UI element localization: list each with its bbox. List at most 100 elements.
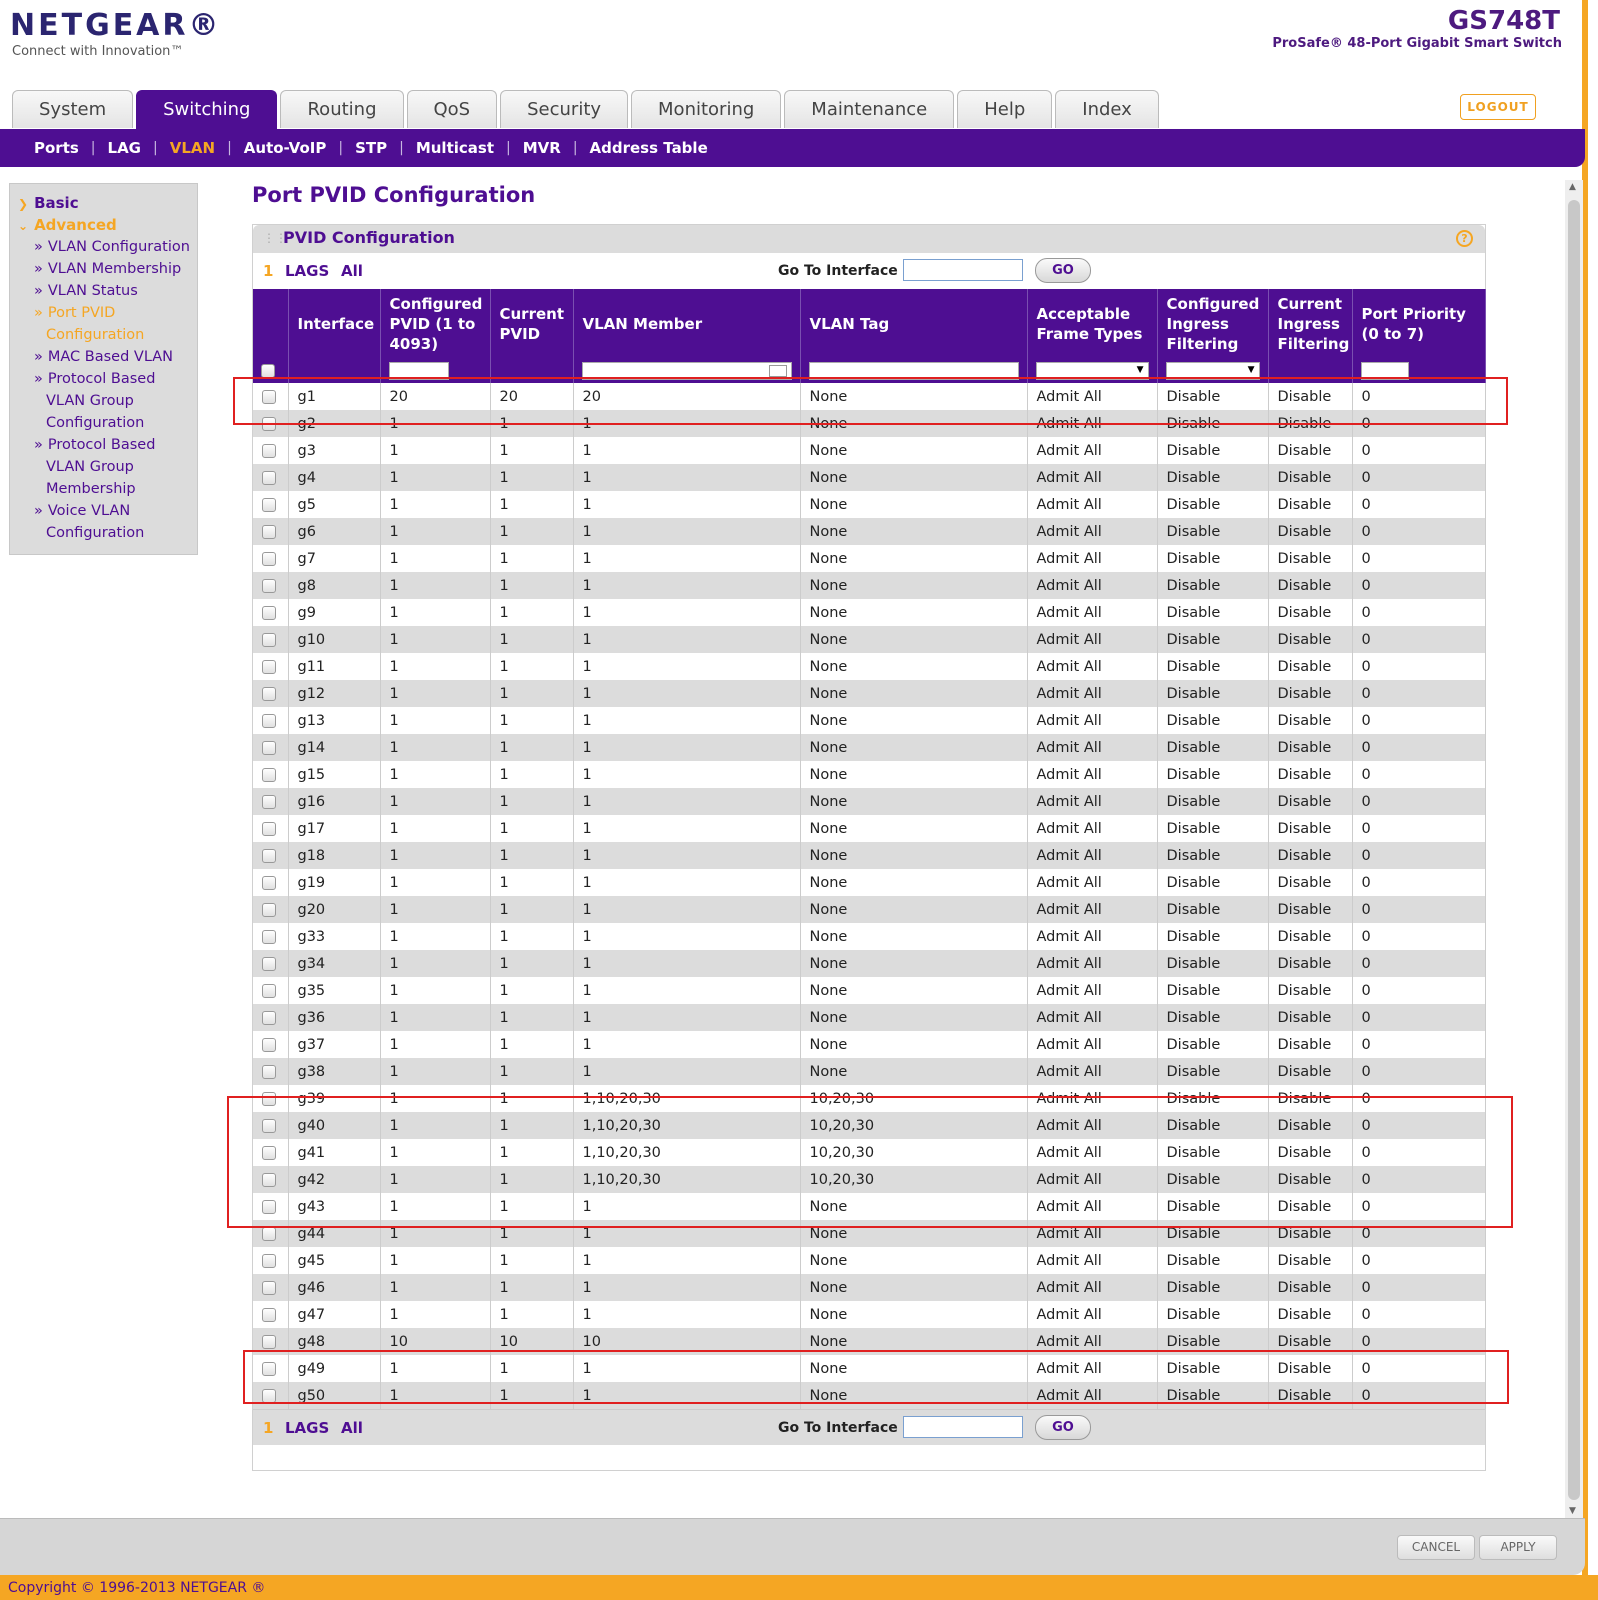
table-row[interactable]: g7 1 1 1 None Admit All Disable Disable 0 — [253, 545, 1486, 572]
table-row[interactable]: g19 1 1 1 None Admit All Disable Disable 0 — [253, 869, 1486, 896]
scroll-down-icon[interactable]: ▼ — [1569, 1506, 1576, 1516]
sidebar-item-vlan-membership[interactable]: » VLAN Membership — [10, 258, 197, 280]
sidebar-item-vlan-status[interactable]: » VLAN Status — [10, 280, 197, 302]
all-link[interactable]: All — [341, 262, 363, 280]
vlan-member-input[interactable] — [581, 361, 792, 380]
configured-pvid-input[interactable] — [388, 361, 449, 380]
row-checkbox[interactable] — [262, 1226, 276, 1241]
row-checkbox[interactable] — [262, 740, 276, 755]
row-checkbox[interactable] — [262, 1253, 276, 1268]
sidebar-item-protocol-based[interactable]: » Protocol Based VLAN Group Membership — [10, 434, 197, 500]
row-checkbox[interactable] — [262, 794, 276, 809]
row-checkbox[interactable] — [262, 389, 276, 404]
go-button[interactable]: GO — [1035, 1415, 1091, 1440]
table-row[interactable]: g34 1 1 1 None Admit All Disable Disable 0 — [253, 950, 1486, 977]
scroll-up-icon[interactable]: ▲ — [1569, 182, 1576, 192]
row-checkbox[interactable] — [262, 1118, 276, 1133]
row-checkbox[interactable] — [262, 659, 276, 674]
vlan-picker-icon[interactable] — [768, 364, 787, 377]
table-row[interactable]: g36 1 1 1 None Admit All Disable Disable 0 — [253, 1004, 1486, 1031]
table-row[interactable]: g1 20 20 20 None Admit All Disable Disable 0 — [253, 383, 1486, 410]
table-row[interactable]: g40 1 1 1,10,20,30 10,20,30 Admit All Disable D… — [253, 1112, 1486, 1139]
row-checkbox[interactable] — [262, 1172, 276, 1187]
row-checkbox[interactable] — [262, 416, 276, 431]
ingress-filtering-select[interactable]: ▼ — [1165, 361, 1260, 380]
row-checkbox[interactable] — [262, 497, 276, 512]
frame-types-select[interactable]: ▼ — [1035, 361, 1149, 380]
table-row[interactable]: g46 1 1 1 None Admit All Disable Disable 0 — [253, 1274, 1486, 1301]
table-row[interactable]: g13 1 1 1 None Admit All Disable Disable 0 — [253, 707, 1486, 734]
subnav-stp[interactable]: STP — [343, 139, 399, 157]
table-row[interactable]: g11 1 1 1 None Admit All Disable Disable 0 — [253, 653, 1486, 680]
table-row[interactable]: g41 1 1 1,10,20,30 10,20,30 Admit All Disable D… — [253, 1139, 1486, 1166]
table-row[interactable]: g33 1 1 1 None Admit All Disable Disable 0 — [253, 923, 1486, 950]
table-row[interactable]: g43 1 1 1 None Admit All Disable Disable 0 — [253, 1193, 1486, 1220]
row-checkbox[interactable] — [262, 686, 276, 701]
tab-system[interactable]: System — [12, 90, 134, 128]
table-row[interactable]: g5 1 1 1 None Admit All Disable Disable 0 — [253, 491, 1486, 518]
table-row[interactable]: g3 1 1 1 None Admit All Disable Disable 0 — [253, 437, 1486, 464]
table-row[interactable]: g16 1 1 1 None Admit All Disable Disable 0 — [253, 788, 1486, 815]
cancel-button[interactable]: CANCEL — [1397, 1535, 1475, 1560]
subnav-auto-voip[interactable]: Auto-VoIP — [232, 139, 339, 157]
row-checkbox[interactable] — [262, 1334, 276, 1349]
row-checkbox[interactable] — [262, 443, 276, 458]
help-icon[interactable]: ? — [1456, 230, 1473, 247]
subnav-vlan[interactable]: VLAN — [158, 139, 227, 157]
row-checkbox[interactable] — [262, 1388, 276, 1403]
table-row[interactable]: g14 1 1 1 None Admit All Disable Disable 0 — [253, 734, 1486, 761]
tab-monitoring[interactable]: Monitoring — [631, 90, 782, 128]
vertical-scrollbar[interactable]: ▲ ▼ — [1565, 180, 1583, 1518]
row-checkbox[interactable] — [262, 929, 276, 944]
table-row[interactable]: g47 1 1 1 None Admit All Disable Disable 0 — [253, 1301, 1486, 1328]
scrollbar-thumb[interactable] — [1568, 200, 1580, 1500]
sidebar-item-protocol-based[interactable]: » Protocol Based VLAN Group Configuration — [10, 368, 197, 434]
sidebar-item-mac-based-vlan[interactable]: » MAC Based VLAN — [10, 346, 197, 368]
sidebar-advanced[interactable]: ⌄ Advanced — [10, 214, 197, 236]
goto-interface-input[interactable] — [903, 1416, 1023, 1438]
row-checkbox[interactable] — [262, 551, 276, 566]
table-row[interactable]: g37 1 1 1 None Admit All Disable Disable 0 — [253, 1031, 1486, 1058]
all-link[interactable]: All — [341, 1419, 363, 1437]
sidebar-item-port-pvid[interactable]: » Port PVID Configuration — [10, 302, 197, 346]
tab-qos[interactable]: QoS — [406, 90, 498, 128]
row-checkbox[interactable] — [262, 1037, 276, 1052]
subnav-address-table[interactable]: Address Table — [578, 139, 720, 157]
table-row[interactable]: g49 1 1 1 None Admit All Disable Disable 0 — [253, 1355, 1486, 1382]
select-all-checkbox[interactable] — [261, 363, 275, 378]
table-row[interactable]: g4 1 1 1 None Admit All Disable Disable 0 — [253, 464, 1486, 491]
sidebar-item-voice-vlan[interactable]: » Voice VLAN Configuration — [10, 500, 197, 544]
row-checkbox[interactable] — [262, 713, 276, 728]
row-checkbox[interactable] — [262, 1307, 276, 1322]
table-row[interactable]: g44 1 1 1 None Admit All Disable Disable 0 — [253, 1220, 1486, 1247]
tab-help[interactable]: Help — [957, 90, 1053, 128]
tab-routing[interactable]: Routing — [280, 90, 404, 128]
row-checkbox[interactable] — [262, 1199, 276, 1214]
lags-link[interactable]: LAGS — [285, 262, 329, 280]
row-checkbox[interactable] — [262, 470, 276, 485]
row-checkbox[interactable] — [262, 1145, 276, 1160]
row-checkbox[interactable] — [262, 902, 276, 917]
row-checkbox[interactable] — [262, 821, 276, 836]
subnav-lag[interactable]: LAG — [96, 139, 153, 157]
table-row[interactable]: g15 1 1 1 None Admit All Disable Disable 0 — [253, 761, 1486, 788]
apply-button[interactable]: APPLY — [1479, 1535, 1557, 1560]
row-checkbox[interactable] — [262, 1280, 276, 1295]
subnav-multicast[interactable]: Multicast — [404, 139, 506, 157]
lags-link[interactable]: LAGS — [285, 1419, 329, 1437]
table-row[interactable]: g45 1 1 1 None Admit All Disable Disable 0 — [253, 1247, 1486, 1274]
port-priority-input[interactable] — [1360, 361, 1409, 380]
row-checkbox[interactable] — [262, 605, 276, 620]
table-row[interactable]: g38 1 1 1 None Admit All Disable Disable 0 — [253, 1058, 1486, 1085]
table-row[interactable]: g50 1 1 1 None Admit All Disable Disable 0 — [253, 1382, 1486, 1409]
page-link[interactable]: 1 — [263, 262, 273, 280]
row-checkbox[interactable] — [262, 578, 276, 593]
logout-button[interactable]: LOGOUT — [1460, 94, 1536, 120]
row-checkbox[interactable] — [262, 1361, 276, 1376]
table-row[interactable]: g48 10 10 10 None Admit All Disable Disable 0 — [253, 1328, 1486, 1355]
table-row[interactable]: g9 1 1 1 None Admit All Disable Disable 0 — [253, 599, 1486, 626]
page-link[interactable]: 1 — [263, 1419, 273, 1437]
row-checkbox[interactable] — [262, 632, 276, 647]
tab-index[interactable]: Index — [1055, 90, 1159, 128]
row-checkbox[interactable] — [262, 956, 276, 971]
